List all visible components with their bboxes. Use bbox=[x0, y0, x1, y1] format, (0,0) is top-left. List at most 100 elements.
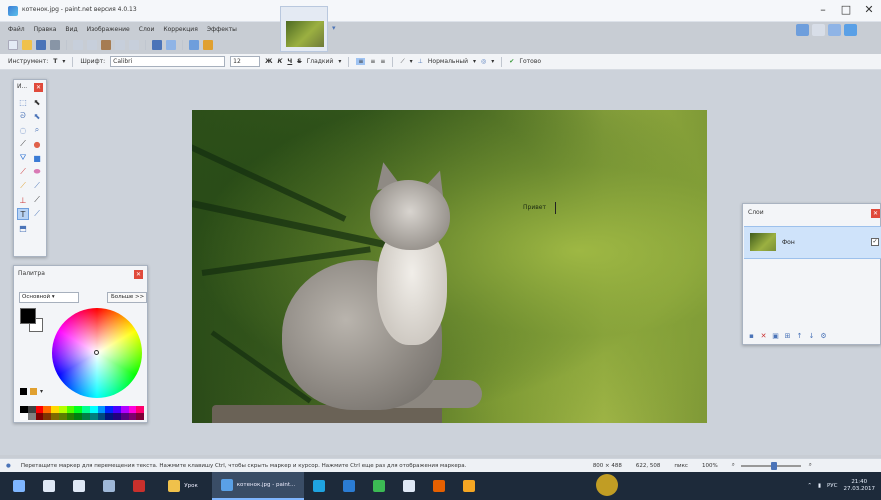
firefox-taskbar-icon[interactable] bbox=[424, 472, 454, 500]
palette-swatch[interactable] bbox=[51, 413, 59, 420]
palette-close-icon[interactable]: ✕ bbox=[134, 270, 143, 279]
palette-swatch[interactable] bbox=[43, 406, 51, 413]
delete-layer-icon[interactable]: ✕ bbox=[759, 332, 768, 341]
crop-icon[interactable] bbox=[115, 40, 125, 50]
move-selection-icon[interactable]: ⬉ bbox=[31, 96, 43, 108]
skype-taskbar-icon[interactable] bbox=[304, 472, 334, 500]
start-button[interactable] bbox=[4, 472, 34, 500]
palette-swatch[interactable] bbox=[51, 406, 59, 413]
layer-visibility-checkbox[interactable]: ✓ bbox=[871, 238, 879, 246]
palette-swatch[interactable] bbox=[89, 406, 98, 413]
align-right-icon[interactable]: ≡ bbox=[380, 58, 385, 65]
palette-swatch[interactable] bbox=[20, 406, 28, 413]
menu-edit[interactable]: Правка bbox=[34, 26, 57, 33]
palette-swatch[interactable] bbox=[136, 413, 144, 420]
deselect-icon[interactable] bbox=[129, 40, 139, 50]
palette-swatch[interactable] bbox=[35, 406, 44, 413]
palette-swatch[interactable] bbox=[66, 406, 75, 413]
cut-icon[interactable] bbox=[73, 40, 83, 50]
primary-color-swatch[interactable] bbox=[20, 308, 36, 324]
photos-taskbar-icon[interactable] bbox=[454, 472, 484, 500]
calculator-taskbar-icon[interactable] bbox=[94, 472, 124, 500]
clone-stamp-icon[interactable]: ⊥ bbox=[17, 194, 29, 206]
tool-picker[interactable]: T bbox=[53, 58, 57, 65]
layer-row[interactable]: Фон ✓ bbox=[744, 226, 881, 259]
pencil-icon[interactable]: ⟋ bbox=[17, 180, 29, 192]
palette-swatch[interactable] bbox=[89, 413, 98, 420]
filezilla-taskbar-icon[interactable] bbox=[124, 472, 154, 500]
palette-swatch[interactable] bbox=[128, 406, 137, 413]
color-picker-icon[interactable]: ⟋ bbox=[31, 180, 43, 192]
underline-button[interactable]: Ч bbox=[287, 58, 292, 65]
line-curve-icon[interactable]: ⟋ bbox=[31, 208, 43, 220]
color-mode-select[interactable]: Основной ▾ bbox=[19, 292, 79, 303]
merge-layer-icon[interactable]: ⊞ bbox=[783, 332, 792, 341]
palette-swatch[interactable] bbox=[74, 413, 82, 420]
clock[interactable]: 21:40 27.03.2017 bbox=[844, 479, 876, 493]
zoom-slider[interactable] bbox=[740, 461, 801, 470]
move-layer-down-icon[interactable]: ↓ bbox=[807, 332, 816, 341]
colors-toggle-icon[interactable] bbox=[844, 24, 857, 36]
gradient-icon[interactable]: ■ bbox=[31, 152, 43, 164]
dropdown-icon[interactable]: ▾ bbox=[338, 58, 341, 65]
menu-view[interactable]: Вид bbox=[65, 26, 77, 33]
chrome-taskbar-icon[interactable] bbox=[364, 472, 394, 500]
palette-swatch[interactable] bbox=[105, 413, 113, 420]
move-layer-up-icon[interactable]: ↑ bbox=[795, 332, 804, 341]
palette-swatch[interactable] bbox=[58, 413, 67, 420]
new-file-icon[interactable] bbox=[8, 40, 18, 50]
reset-colors-icon[interactable] bbox=[20, 388, 27, 395]
menu-effects[interactable]: Эффекты bbox=[207, 26, 237, 33]
palette-swatch[interactable] bbox=[58, 406, 67, 413]
blend-mode-select[interactable]: Нормальный bbox=[428, 58, 468, 65]
canvas-text[interactable]: Привет bbox=[523, 204, 546, 211]
menu-image[interactable]: Изображение bbox=[87, 26, 130, 33]
palette-swatch[interactable] bbox=[105, 406, 113, 413]
finish-button[interactable]: Готово bbox=[519, 58, 541, 65]
palette-swatch[interactable] bbox=[43, 413, 51, 420]
redo-icon[interactable] bbox=[166, 40, 176, 50]
palette-swatch[interactable] bbox=[27, 413, 36, 420]
rulers-icon[interactable] bbox=[203, 40, 213, 50]
paste-icon[interactable] bbox=[101, 40, 111, 50]
zoom-level[interactable]: 100% bbox=[702, 463, 718, 469]
menu-file[interactable]: Файл bbox=[8, 26, 25, 33]
palette-swatch[interactable] bbox=[97, 413, 106, 420]
print-icon[interactable] bbox=[50, 40, 60, 50]
ellipse-select-icon[interactable]: ◌ bbox=[17, 124, 29, 136]
palette-swatch[interactable] bbox=[136, 406, 144, 413]
pan-icon[interactable]: ● bbox=[31, 138, 43, 150]
minimize-icon[interactable]: – bbox=[812, 3, 834, 16]
add-layer-icon[interactable]: ▪ bbox=[747, 332, 756, 341]
tray-chevron-icon[interactable]: ⌃ bbox=[807, 483, 812, 489]
copy-icon[interactable] bbox=[87, 40, 97, 50]
palette-swatch[interactable] bbox=[120, 413, 129, 420]
network-icon[interactable]: ▮ bbox=[818, 483, 821, 489]
align-center-icon[interactable]: ≡ bbox=[370, 58, 375, 65]
paintnet-taskbar[interactable]: котенок.jpg - paint... bbox=[212, 472, 304, 500]
zoom-out-icon[interactable]: ⌕ bbox=[732, 462, 735, 469]
layers-close-icon[interactable]: ✕ bbox=[871, 209, 880, 218]
dropdown-icon[interactable]: ▾ bbox=[491, 58, 494, 65]
bold-button[interactable]: Ж bbox=[265, 58, 272, 65]
palette-menu-icon[interactable]: ▾ bbox=[40, 388, 47, 395]
dropdown-icon[interactable]: ▾ bbox=[62, 58, 65, 65]
font-select[interactable]: Calibri bbox=[110, 56, 226, 67]
color-wheel-picker[interactable] bbox=[94, 350, 99, 355]
kitten-image-canvas[interactable]: Привет bbox=[192, 110, 707, 423]
duplicate-layer-icon[interactable]: ▣ bbox=[771, 332, 780, 341]
save-icon[interactable] bbox=[36, 40, 46, 50]
zoom-slider-knob[interactable] bbox=[770, 461, 777, 470]
menu-layers[interactable]: Слои bbox=[139, 26, 155, 33]
align-left-icon[interactable]: ≡ bbox=[356, 58, 366, 65]
text-icon[interactable]: T bbox=[17, 208, 29, 220]
task-view-icon[interactable] bbox=[64, 472, 94, 500]
recolor-icon[interactable]: ⟋ bbox=[31, 194, 43, 206]
language-indicator[interactable]: РУС bbox=[827, 483, 838, 489]
history-toggle-icon[interactable] bbox=[812, 24, 825, 36]
dropdown-icon[interactable]: ▾ bbox=[473, 58, 476, 65]
palette-swatch[interactable] bbox=[35, 413, 44, 420]
tools-toggle-icon[interactable] bbox=[796, 24, 809, 36]
paintbrush-icon[interactable]: ⟋ bbox=[17, 166, 29, 178]
swap-colors-icon[interactable] bbox=[30, 388, 37, 395]
